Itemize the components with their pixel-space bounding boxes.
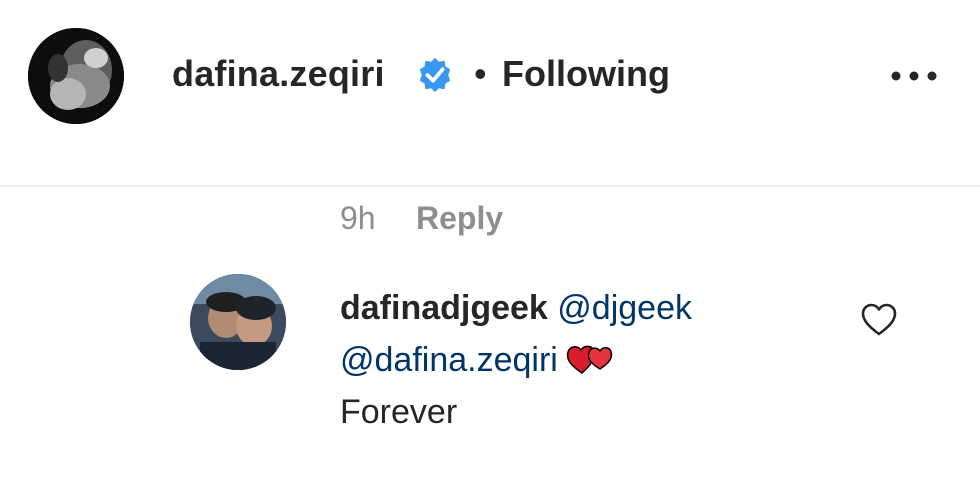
avatar[interactable] — [28, 28, 124, 124]
reply-button[interactable]: Reply — [416, 198, 503, 238]
reply-username[interactable]: dafinadjgeek — [340, 289, 548, 327]
separator-dot: • — [474, 53, 487, 94]
profile-photo — [190, 274, 286, 370]
comment-text: Forever — [340, 393, 458, 431]
two-hearts-emoji — [566, 345, 613, 374]
post-author-username[interactable]: dafina.zeqiri — [172, 52, 385, 96]
divider — [0, 185, 980, 187]
heart-outline-icon[interactable] — [860, 302, 898, 338]
following-button[interactable]: Following — [502, 52, 670, 96]
post-header: dafina.zeqiri • Following — [0, 0, 980, 185]
profile-photo — [28, 28, 124, 124]
reply-comment: dafinadjgeek @djgeek @dafina.zeqiri Fore… — [340, 282, 820, 438]
mention-link[interactable]: @dafina.zeqiri — [340, 341, 558, 379]
comment-timestamp: 9h — [340, 200, 376, 236]
more-options-icon[interactable] — [884, 56, 944, 96]
verified-badge-icon — [419, 57, 451, 93]
reply-avatar[interactable] — [190, 274, 286, 370]
mention-link[interactable]: @djgeek — [557, 289, 692, 327]
comment-thread: dafina.zeqiri • Following 9h Reply dafin… — [0, 0, 980, 479]
